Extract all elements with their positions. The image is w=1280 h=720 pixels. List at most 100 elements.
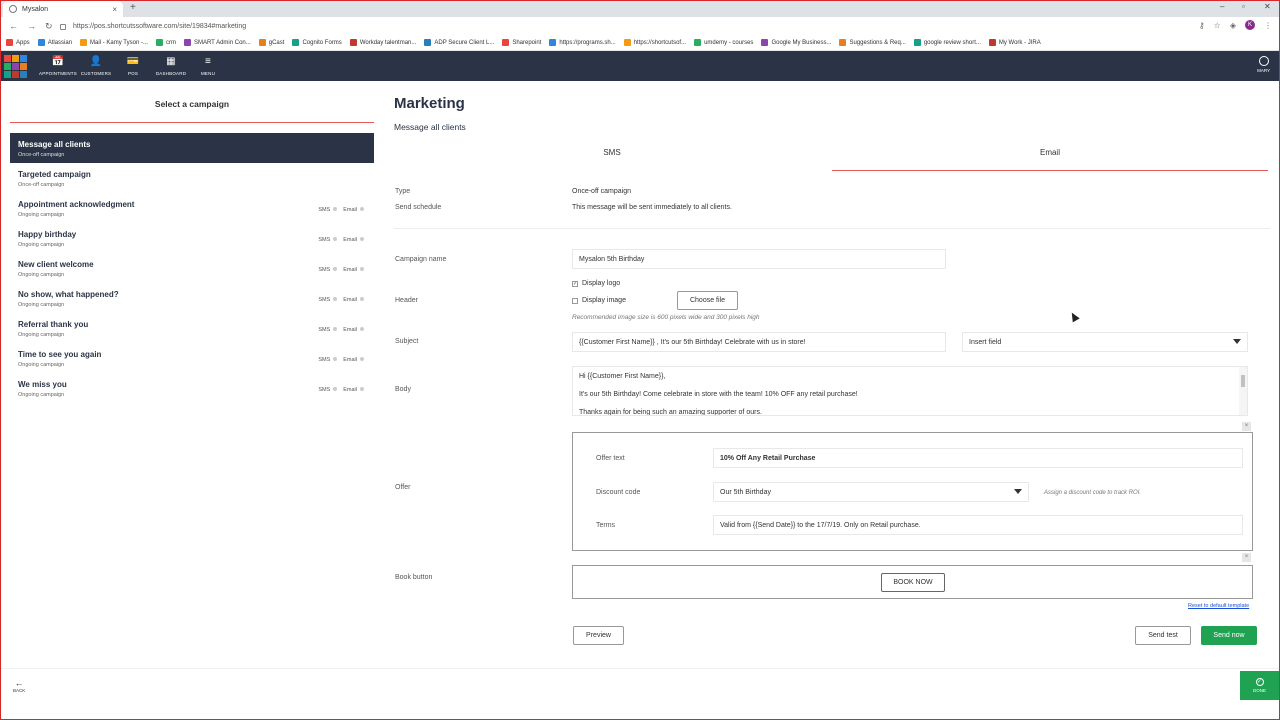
remove-offer-icon[interactable]: ×: [1242, 422, 1251, 431]
status-dot-icon: [360, 357, 364, 361]
nav-appointments[interactable]: 📅 APPOINTMENTS: [38, 55, 78, 76]
bookmark-item[interactable]: ADP Secure Client L...: [424, 39, 494, 46]
nav-menu[interactable]: ≡ MENU: [188, 55, 228, 76]
campaign-item[interactable]: Time to see you again Ongoing campaign SMS…: [10, 343, 374, 373]
sms-toggle[interactable]: SMS: [318, 387, 338, 393]
reload-icon[interactable]: ↻: [45, 21, 53, 32]
email-toggle[interactable]: Email: [343, 267, 364, 273]
back-arrow-icon[interactable]: ←: [9, 21, 18, 31]
bookmark-item[interactable]: SMART Admin Con...: [183, 39, 251, 46]
bookmark-label: Google My Business...: [771, 39, 832, 46]
bookmark-item[interactable]: Mail - Kamy Tyson -...: [80, 39, 148, 46]
app-logo[interactable]: [4, 55, 28, 78]
sms-toggle[interactable]: SMS: [318, 357, 338, 363]
terms-input[interactable]: Valid from {{Send Date}} to the 17/7/19.…: [713, 515, 1243, 535]
minimize-icon[interactable]: –: [1220, 2, 1224, 11]
nav-label: POS: [127, 71, 139, 76]
done-button[interactable]: ✓ DONE: [1240, 671, 1279, 700]
sms-toggle[interactable]: SMS: [318, 267, 338, 273]
book-now-button[interactable]: BOOK NOW: [881, 573, 945, 592]
extension-icon[interactable]: ◈: [1230, 21, 1236, 30]
browser-tab[interactable]: Mysalon ×: [3, 1, 123, 17]
sms-toggle[interactable]: SMS: [318, 237, 338, 243]
page-title: Marketing: [394, 95, 465, 112]
close-tab-icon[interactable]: ×: [112, 5, 117, 14]
close-window-icon[interactable]: ✕: [1264, 2, 1271, 11]
email-toggle[interactable]: Email: [343, 207, 364, 213]
user-menu[interactable]: MARY: [1257, 56, 1270, 73]
bookmark-item[interactable]: gCast: [258, 39, 284, 46]
campaign-item[interactable]: No show, what happened? Ongoing campaign S…: [10, 283, 374, 313]
campaign-item[interactable]: Appointment acknowledgment Ongoing campai…: [10, 193, 374, 223]
back-button[interactable]: ← BACK: [13, 678, 25, 693]
send-test-button[interactable]: Send test: [1135, 626, 1191, 645]
user-avatar-icon: [1258, 56, 1269, 66]
star-icon[interactable]: ☆: [1214, 21, 1221, 30]
preview-button[interactable]: Preview: [573, 626, 624, 645]
bookmark-item[interactable]: google review short...: [913, 39, 981, 46]
bookmark-label: google review short...: [923, 39, 981, 46]
reset-template-link[interactable]: Reset to default template: [1188, 603, 1249, 609]
email-toggle[interactable]: Email: [343, 387, 364, 393]
bookmark-favicon-icon: [258, 39, 266, 46]
bookmark-item[interactable]: umdemy - courses: [694, 39, 753, 46]
nav-pos[interactable]: 💳 POS: [113, 55, 153, 76]
email-toggle[interactable]: Email: [343, 237, 364, 243]
bookmark-item[interactable]: Sharepoint: [502, 39, 541, 46]
bookmark-favicon-icon: [694, 39, 702, 46]
email-toggle[interactable]: Email: [343, 297, 364, 303]
nav-dashboard[interactable]: ▦ DASHBOARD: [151, 55, 191, 76]
campaign-item[interactable]: Targeted campaign Once-off campaign: [10, 163, 374, 193]
tab-sms[interactable]: SMS: [394, 141, 830, 171]
email-toggle[interactable]: Email: [343, 327, 364, 333]
nav-customers[interactable]: 👤 CUSTOMERS: [76, 55, 116, 76]
bookmark-item[interactable]: https://shortcutsof...: [623, 39, 686, 46]
url-field[interactable]: https://pos.shortcutssoftware.com/site/1…: [56, 20, 1186, 33]
bookmark-item[interactable]: My Work - JIRA: [988, 39, 1041, 46]
sms-toggle[interactable]: SMS: [318, 327, 338, 333]
dashboard-icon: ▦: [166, 56, 176, 67]
bookmark-item[interactable]: Google My Business...: [761, 39, 831, 46]
kebab-menu-icon[interactable]: ⋮: [1264, 21, 1272, 30]
maximize-icon[interactable]: ▫: [1242, 2, 1245, 11]
menu-icon: ≡: [204, 56, 212, 67]
bookmark-item[interactable]: https://programs.sh...: [549, 39, 616, 46]
sms-toggle[interactable]: SMS: [318, 297, 338, 303]
subject-input[interactable]: {{Customer First Name}} , It's our 5th B…: [572, 332, 946, 352]
forward-arrow-icon[interactable]: →: [27, 21, 36, 31]
bookmark-item[interactable]: Cognito Forms: [292, 39, 342, 46]
campaign-name-input[interactable]: Mysalon 5th Birthday: [572, 249, 946, 269]
bookmark-item[interactable]: Suggestions & Req...: [839, 39, 906, 46]
sms-toggle[interactable]: SMS: [318, 207, 338, 213]
email-label: Email: [343, 297, 357, 303]
new-tab-button[interactable]: +: [130, 2, 136, 13]
page-subtitle: Message all clients: [394, 122, 466, 132]
key-icon[interactable]: ⚷: [1199, 21, 1205, 30]
bookmark-item[interactable]: crm: [155, 39, 176, 46]
discount-code-select[interactable]: Our 5th Birthday: [713, 482, 1029, 502]
bookmark-favicon-icon: [155, 39, 163, 46]
bookmark-item[interactable]: Atlassian: [37, 39, 72, 46]
display-image-checkbox[interactable]: Display image: [572, 297, 626, 304]
email-toggle[interactable]: Email: [343, 357, 364, 363]
insert-field-select[interactable]: Insert field: [962, 332, 1248, 352]
body-scrollbar[interactable]: [1239, 367, 1247, 415]
campaign-item[interactable]: Message all clients Once-off campaign: [10, 133, 374, 163]
bookmark-item[interactable]: Apps: [6, 39, 30, 46]
offer-text-input[interactable]: 10% Off Any Retail Purchase: [713, 448, 1243, 468]
body-editor[interactable]: Hi {{Customer First Name}}, It's our 5th…: [572, 366, 1248, 416]
choose-file-button[interactable]: Choose file: [677, 291, 738, 310]
bookmark-item[interactable]: Workday talentman...: [349, 39, 416, 46]
campaign-item[interactable]: Happy birthday Ongoing campaign SMS Email: [10, 223, 374, 253]
remove-book-button-icon[interactable]: ×: [1242, 553, 1251, 562]
scroll-thumb[interactable]: [1241, 375, 1245, 387]
bookmark-favicon-icon: [623, 39, 631, 46]
tab-email[interactable]: Email: [832, 141, 1268, 171]
campaign-item[interactable]: Referral thank you Ongoing campaign SMS Ema…: [10, 313, 374, 343]
send-now-button[interactable]: Send now: [1201, 626, 1257, 645]
display-logo-checkbox[interactable]: ✓ Display logo: [572, 280, 620, 287]
profile-avatar[interactable]: K: [1245, 20, 1255, 30]
status-dot-icon: [360, 267, 364, 271]
campaign-item[interactable]: New client welcome Ongoing campaign SMS Ema…: [10, 253, 374, 283]
campaign-item[interactable]: We miss you Ongoing campaign SMS Email: [10, 373, 374, 403]
